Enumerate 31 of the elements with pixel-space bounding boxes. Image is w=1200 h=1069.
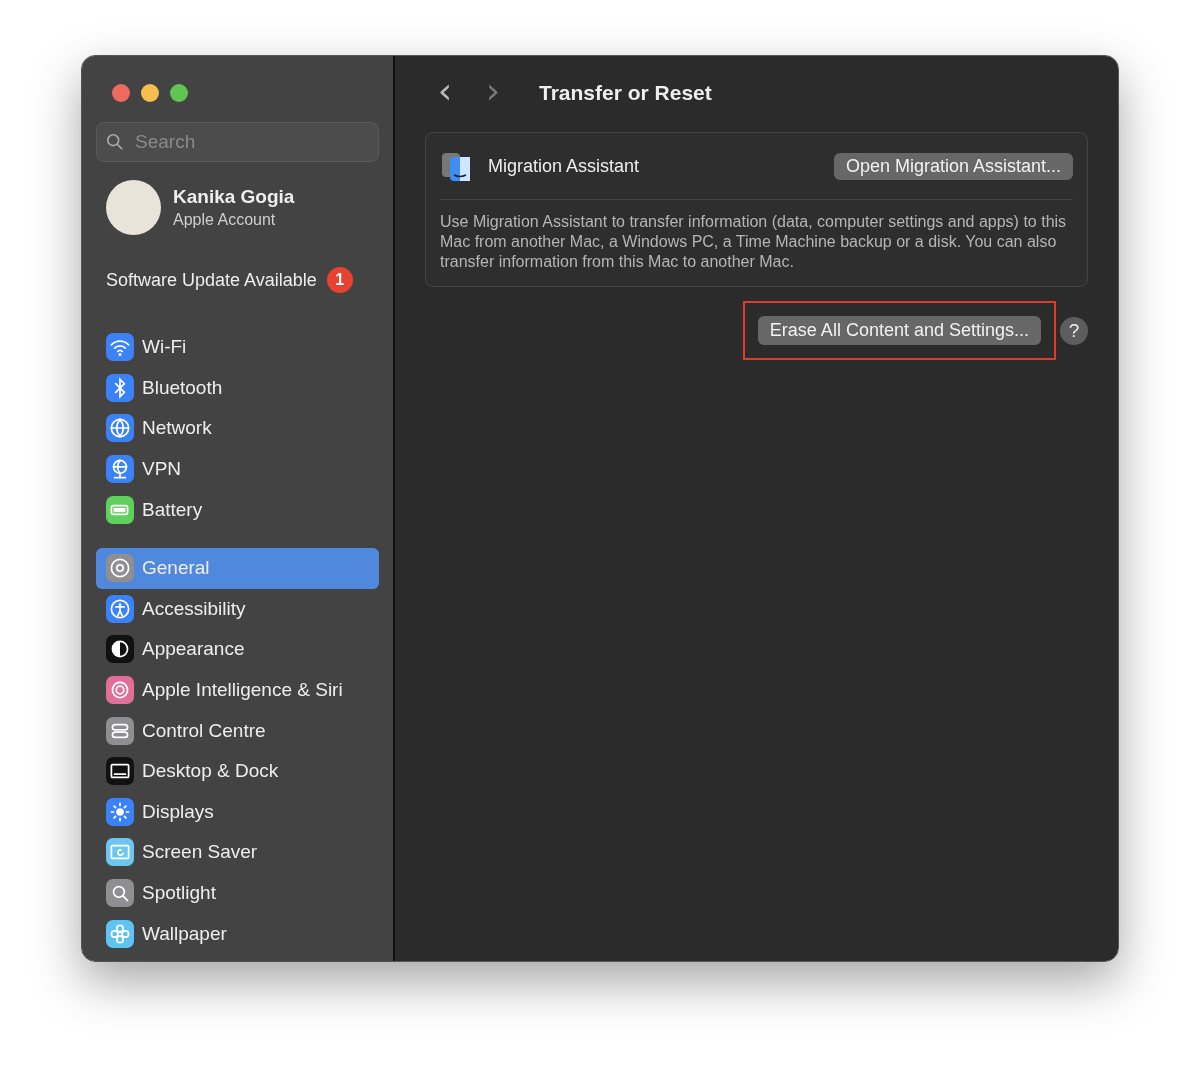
help-button[interactable]: ? [1060, 316, 1088, 345]
sidebar-item[interactable]: VPN [96, 448, 379, 490]
sidebar-item[interactable]: Spotlight [96, 872, 379, 914]
erase-button[interactable]: Erase All Content and Settings... [757, 316, 1041, 345]
close-button[interactable] [112, 84, 130, 102]
account-name[interactable]: Kanika Gogia [173, 186, 295, 208]
sidebar-item[interactable]: Wi-Fi [96, 327, 379, 368]
zoom-button[interactable] [170, 84, 188, 102]
sidebar-item[interactable]: Network [96, 408, 379, 449]
account-subtitle: Apple Account [173, 211, 277, 229]
update-count-badge: 1 [326, 267, 353, 293]
sidebar-item[interactable]: Appearance [96, 629, 379, 670]
search-field[interactable]: Search [96, 122, 379, 162]
sidebar-item[interactable]: Desktop & Dock [96, 750, 379, 792]
sidebar-item[interactable]: Bluetooth [96, 367, 379, 409]
sidebar-item[interactable]: Displays [96, 791, 379, 833]
sidebar-item[interactable]: Accessibility [96, 588, 379, 630]
software-update-link[interactable]: Software Update Available [106, 269, 317, 291]
back-button[interactable]: ‹ [425, 69, 465, 117]
sidebar-item[interactable]: Wallpaper [96, 913, 379, 954]
migration-description: Use Migration Assistant to transfer information (data, computer settings and apps) to this Mac from another Mac, a Windows PC, a Time Machine backup or a disk. You can also transfer information from this Mac to another Mac. [440, 212, 1068, 272]
minimize-button[interactable] [141, 84, 159, 102]
avatar[interactable] [106, 180, 161, 235]
migration-title: Migration Assistant [488, 155, 641, 177]
sidebar-item[interactable]: Apple Intelligence & Siri [96, 669, 379, 711]
window-title: Transfer or Reset [539, 81, 712, 105]
open-migration-button[interactable]: Open Migration Assistant... [833, 152, 1073, 180]
search-icon [106, 133, 124, 151]
sidebar-item[interactable]: Control Centre [96, 710, 379, 751]
sidebar-item[interactable]: Battery [96, 489, 379, 530]
sidebar-item[interactable]: Screen Saver [96, 832, 379, 873]
